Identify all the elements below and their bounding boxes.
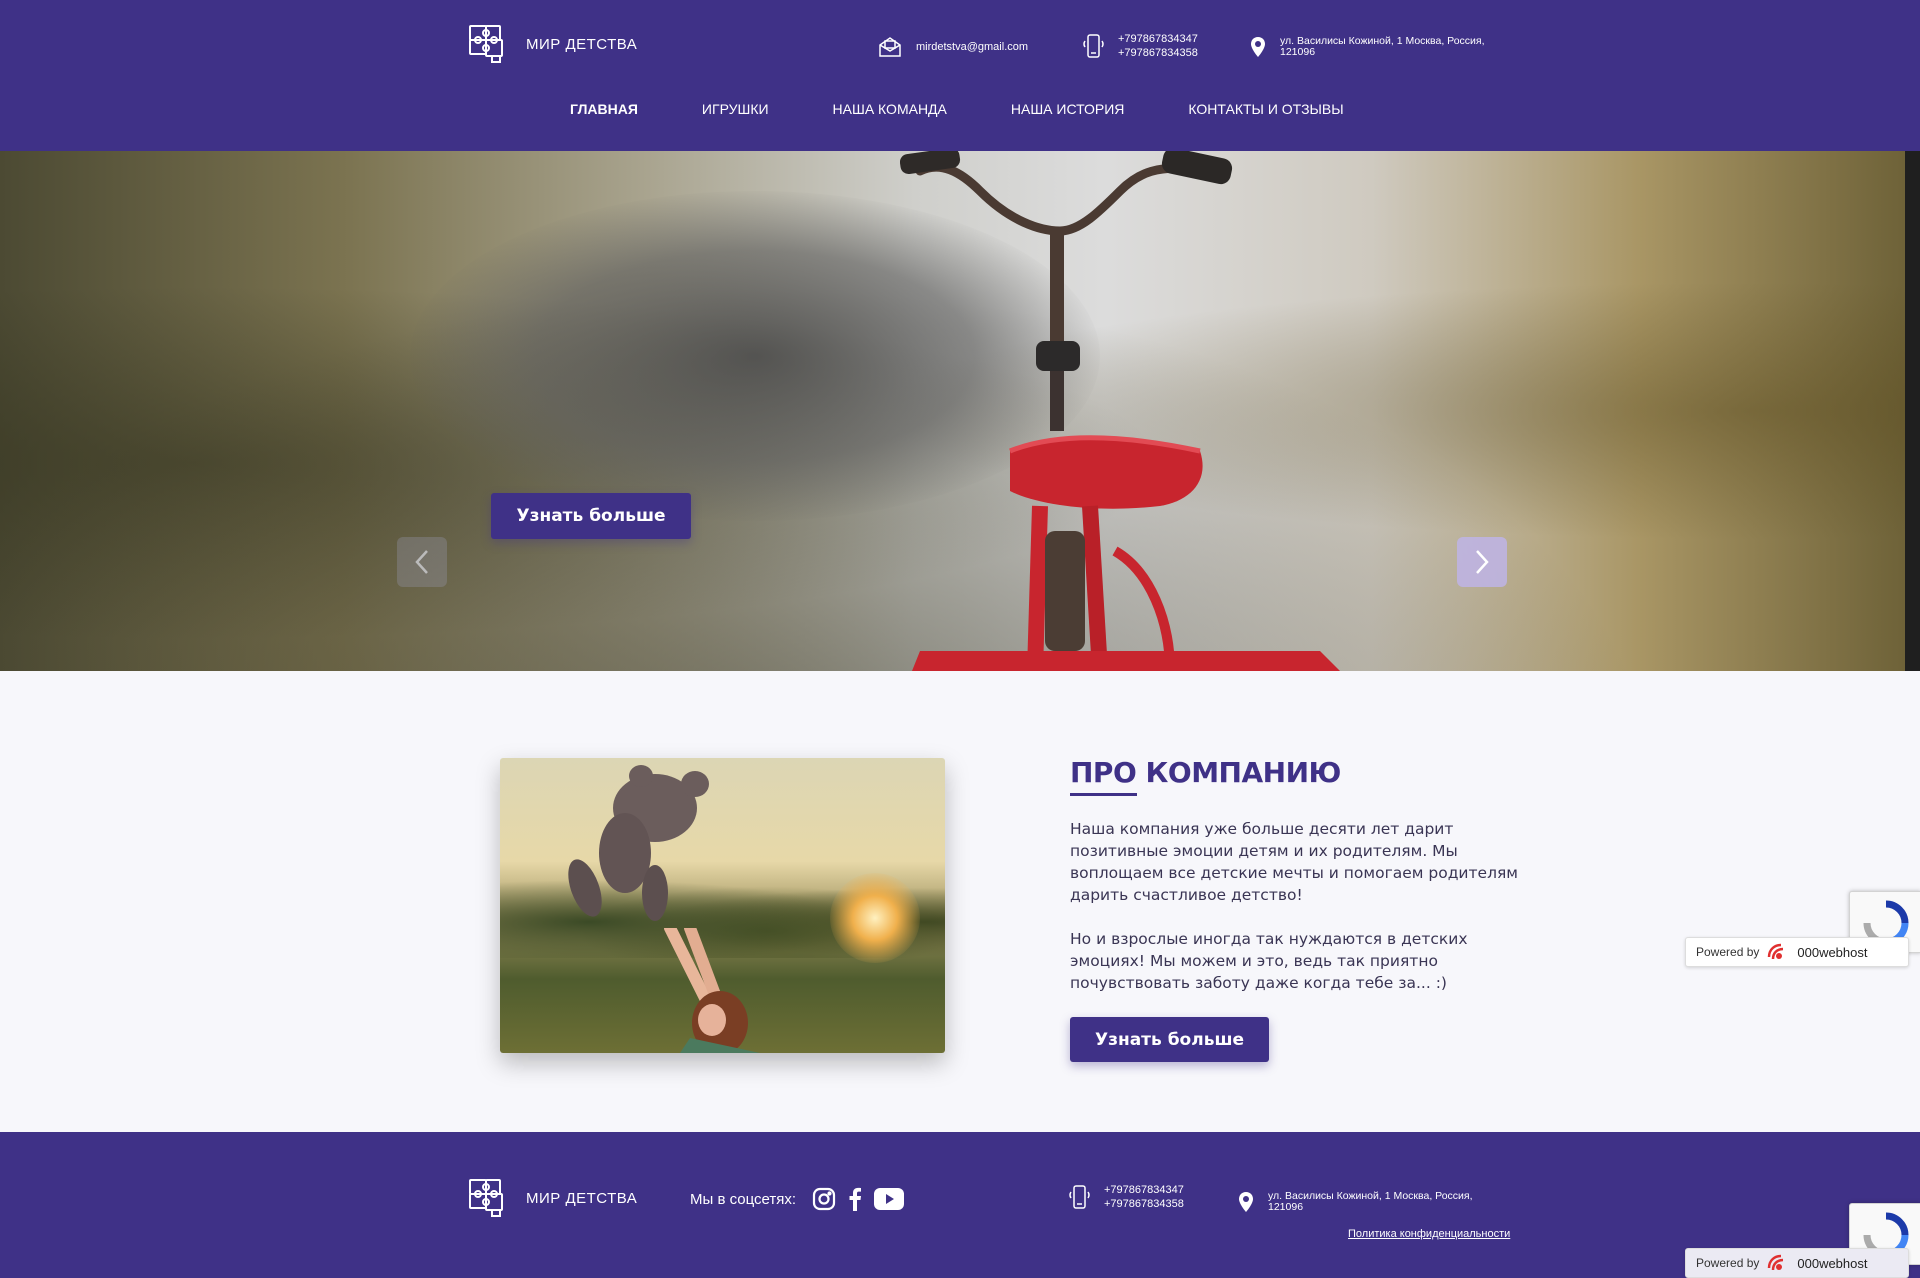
footer-phones[interactable]: +797867834347 +797867834358 xyxy=(1068,1183,1184,1211)
powered-prefix-footer: Powered by xyxy=(1696,1256,1760,1270)
about-learn-more-button[interactable]: Узнать больше xyxy=(1070,1017,1269,1062)
social-label: Мы в соцсетях: xyxy=(690,1190,797,1208)
nav-item-contacts[interactable]: КОНТАКТЫ И ОТЗЫВЫ xyxy=(1188,101,1343,117)
powered-by-badge-footer[interactable]: Powered by 000webhost xyxy=(1685,1248,1909,1278)
privacy-policy-link[interactable]: Политика конфиденциальности xyxy=(1348,1228,1510,1240)
about-image-sun xyxy=(830,873,920,963)
about-image xyxy=(500,758,945,1053)
nav-item-toys[interactable]: ИГРУШКИ xyxy=(702,101,769,117)
footer-brand-name: МИР ДЕТСТВА xyxy=(526,1189,638,1207)
slider-prev-button[interactable] xyxy=(397,537,447,587)
footer-phone-1: +797867834347 xyxy=(1104,1184,1184,1196)
phone-2: +797867834358 xyxy=(1118,47,1198,59)
site-footer: МИР ДЕТСТВА Мы в соцсетях: +797867834347… xyxy=(0,1132,1920,1278)
footer-phone-2: +797867834358 xyxy=(1104,1198,1184,1210)
chevron-right-icon xyxy=(1476,550,1489,574)
chevron-left-icon xyxy=(415,550,428,574)
powered-by-badge[interactable]: Powered by 000webhost xyxy=(1685,937,1909,967)
about-paragraph-1: Наша компания уже больше десяти лет дари… xyxy=(1070,820,1518,904)
about-title: ПРО КОМПАНИЮ xyxy=(1070,756,1341,796)
main-nav: ГЛАВНАЯ ИГРУШКИ НАША КОМАНДА НАША ИСТОРИ… xyxy=(570,101,1344,117)
footer-address[interactable]: ул. Василисы Кожиной, 1 Москва, Россия, … xyxy=(1238,1191,1498,1213)
nav-item-team[interactable]: НАША КОМАНДА xyxy=(833,101,947,117)
teddy-bear-image xyxy=(568,765,709,921)
phone-icon xyxy=(1083,34,1104,58)
about-paragraph-2: Но и взрослые иногда так нуждаются в дет… xyxy=(1070,930,1468,992)
facebook-icon[interactable] xyxy=(848,1187,862,1211)
footer-logo[interactable]: МИР ДЕТСТВА xyxy=(464,1172,637,1224)
nav-item-history[interactable]: НАША ИСТОРИЯ xyxy=(1011,101,1125,117)
phone-1: +797867834347 xyxy=(1118,33,1198,45)
phone-icon xyxy=(1069,1185,1090,1209)
social-links: Мы в соцсетях: xyxy=(690,1187,905,1211)
location-pin-icon xyxy=(1239,1192,1253,1212)
about-description: Наша компания уже больше десяти лет дари… xyxy=(1070,818,1530,1016)
instagram-icon[interactable] xyxy=(812,1187,836,1211)
hero-bike-image xyxy=(900,151,1340,671)
hero-edge xyxy=(1905,151,1920,671)
girl-image xyxy=(664,928,760,1053)
header-address[interactable]: ул. Василисы Кожиной, 1 Москва, Россия, … xyxy=(1250,36,1510,58)
brand-name: МИР ДЕТСТВА xyxy=(526,35,638,53)
logo-puzzle-icon xyxy=(469,25,503,63)
header-logo[interactable]: МИР ДЕТСТВА xyxy=(464,18,637,70)
email-text: mirdetstva@gmail.com xyxy=(916,41,1029,53)
hero-slider: Узнать больше xyxy=(0,151,1905,671)
header-email[interactable]: mirdetstva@gmail.com xyxy=(878,36,1028,58)
nav-item-home[interactable]: ГЛАВНАЯ xyxy=(570,101,638,117)
powered-prefix: Powered by xyxy=(1696,945,1760,959)
slider-next-button[interactable] xyxy=(1457,537,1507,587)
webhost-logo-icon xyxy=(1768,943,1784,960)
youtube-icon[interactable] xyxy=(874,1188,905,1210)
about-title-underline xyxy=(1070,793,1137,796)
powered-brand: 000webhost xyxy=(1797,944,1868,960)
site-header: МИР ДЕТСТВА mirdetstva@gmail.com +797867… xyxy=(0,0,1920,151)
header-phones[interactable]: +797867834347 +797867834358 xyxy=(1082,32,1198,60)
logo-puzzle-icon xyxy=(469,1179,503,1217)
webhost-logo-icon xyxy=(1768,1254,1784,1271)
hero-learn-more-button[interactable]: Узнать больше xyxy=(491,493,691,539)
footer-address-text: ул. Василисы Кожиной, 1 Москва, Россия, … xyxy=(1268,1190,1473,1213)
mail-icon xyxy=(879,37,901,57)
about-title-text: ПРО КОМПАНИЮ xyxy=(1070,756,1341,789)
address-text: ул. Василисы Кожиной, 1 Москва, Россия, … xyxy=(1280,35,1485,58)
location-pin-icon xyxy=(1251,37,1265,57)
powered-brand-footer: 000webhost xyxy=(1797,1255,1868,1271)
